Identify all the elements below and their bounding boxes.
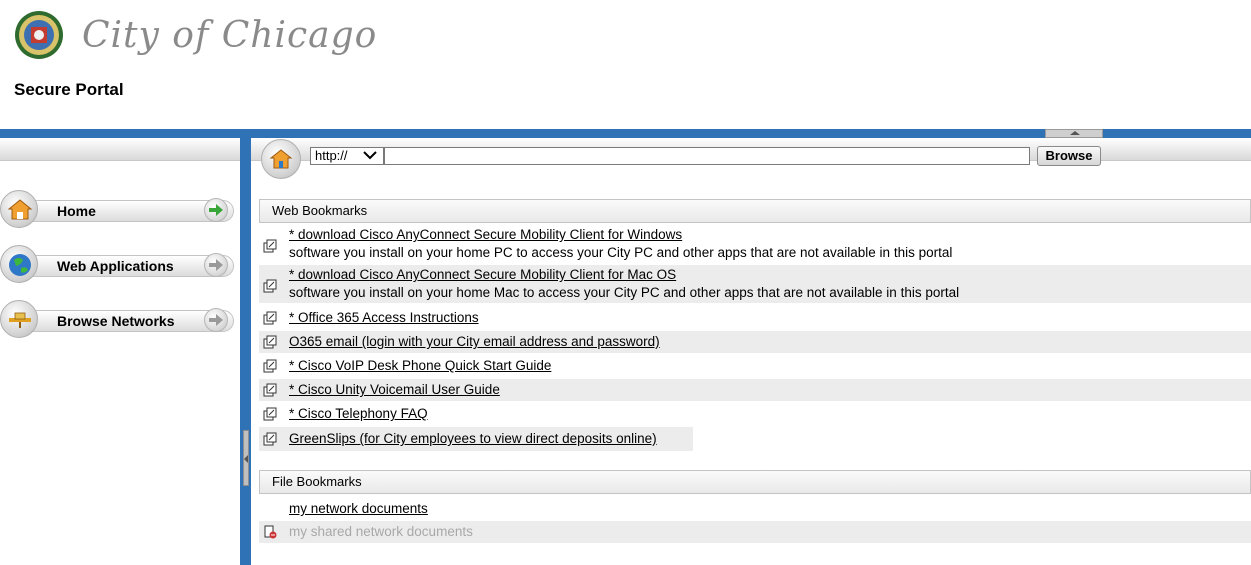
external-link-icon xyxy=(263,311,277,325)
bookmark-link[interactable]: GreenSlips (for City employees to view d… xyxy=(289,431,657,446)
home-icon xyxy=(269,149,293,169)
logo-text: City of Chicago xyxy=(82,14,378,56)
sidebar-item-browse-networks[interactable]: Browse Networks xyxy=(0,300,236,340)
city-logo: City of Chicago xyxy=(14,9,377,61)
external-link-icon xyxy=(263,383,277,397)
url-input[interactable] xyxy=(384,147,1030,165)
bookmark-link-disabled: my shared network documents xyxy=(289,524,473,539)
bookmark-description: software you install on your home Mac to… xyxy=(289,285,960,300)
broken-document-icon xyxy=(264,525,277,539)
list-item: * Cisco Unity Voicemail User Guide xyxy=(259,379,1251,401)
arrow-right-icon[interactable] xyxy=(204,253,228,277)
bookmark-link[interactable]: * Cisco Unity Voicemail User Guide xyxy=(289,382,500,397)
external-link-icon xyxy=(263,407,277,421)
bookmark-link[interactable]: my network documents xyxy=(289,501,428,516)
list-item: my shared network documents xyxy=(259,521,1251,543)
list-item: * download Cisco AnyConnect Secure Mobil… xyxy=(259,265,1251,303)
globe-icon xyxy=(0,245,38,283)
bookmark-link[interactable]: O365 email (login with your City email a… xyxy=(289,334,660,349)
list-item: * download Cisco AnyConnect Secure Mobil… xyxy=(259,225,1251,263)
sidebar-divider xyxy=(240,138,251,565)
protocol-select[interactable]: http:// xyxy=(310,147,384,165)
list-item: * Office 365 Access Instructions xyxy=(259,307,1251,329)
bookmark-link[interactable]: * Cisco VoIP Desk Phone Quick Start Guid… xyxy=(289,358,551,373)
sidebar-item-label: Home xyxy=(57,203,96,219)
external-link-icon xyxy=(263,359,277,373)
external-link-icon xyxy=(263,239,277,253)
home-button[interactable] xyxy=(261,139,301,179)
bookmark-link[interactable]: * download Cisco AnyConnect Secure Mobil… xyxy=(289,227,682,242)
sidebar: Home Web Applications Browse Networks xyxy=(0,138,240,565)
page-title: Secure Portal xyxy=(14,80,124,99)
list-item: my network documents xyxy=(259,498,1251,520)
home-icon xyxy=(0,190,38,228)
nav-bar xyxy=(20,200,234,222)
sidebar-item-label: Browse Networks xyxy=(57,313,175,329)
sidebar-item-home[interactable]: Home xyxy=(0,190,236,230)
arrow-right-icon[interactable] xyxy=(204,198,228,222)
collapse-sidebar-handle[interactable] xyxy=(243,430,249,486)
sidebar-item-web-applications[interactable]: Web Applications xyxy=(0,245,236,285)
city-seal-icon xyxy=(14,10,64,60)
sidebar-header xyxy=(0,138,240,161)
browse-button[interactable]: Browse xyxy=(1037,146,1101,166)
sidebar-item-label: Web Applications xyxy=(57,258,174,274)
external-link-icon xyxy=(263,432,277,446)
chevron-down-icon xyxy=(363,149,377,165)
web-bookmarks-header: Web Bookmarks xyxy=(259,199,1251,223)
list-item: * Cisco Telephony FAQ xyxy=(259,403,1251,425)
arrow-right-icon[interactable] xyxy=(204,308,228,332)
protocol-value: http:// xyxy=(315,148,348,163)
external-link-icon xyxy=(263,279,277,293)
file-bookmarks-header: File Bookmarks xyxy=(259,470,1251,494)
bookmark-link[interactable]: * Office 365 Access Instructions xyxy=(289,310,479,325)
network-icon xyxy=(0,300,38,338)
list-item: O365 email (login with your City email a… xyxy=(259,331,1251,353)
list-item: * Cisco VoIP Desk Phone Quick Start Guid… xyxy=(259,355,1251,377)
external-link-icon xyxy=(263,335,277,349)
list-item-highlighted: GreenSlips (for City employees to view d… xyxy=(259,427,693,451)
main-content: http:// Browse Web Bookmarks * download … xyxy=(251,138,1251,565)
bookmark-description: software you install on your home PC to … xyxy=(289,245,953,260)
bookmark-link[interactable]: * download Cisco AnyConnect Secure Mobil… xyxy=(289,267,676,282)
collapse-header-toggle[interactable] xyxy=(1045,129,1103,138)
bookmark-link[interactable]: * Cisco Telephony FAQ xyxy=(289,406,428,421)
